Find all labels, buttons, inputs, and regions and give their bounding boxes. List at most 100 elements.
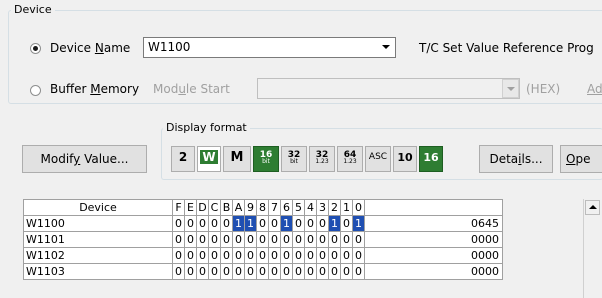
- format-ascii-button[interactable]: ASC: [365, 146, 391, 172]
- module-start-combobox[interactable]: [257, 78, 520, 99]
- bit-cell[interactable]: 0: [268, 215, 281, 232]
- bit-cell[interactable]: 0: [196, 263, 209, 280]
- bit-cell[interactable]: 1: [244, 215, 257, 232]
- bit-cell[interactable]: 0: [268, 263, 281, 280]
- device-cell[interactable]: W1102: [23, 247, 173, 264]
- format-16bit-button[interactable]: 16 bit: [253, 146, 279, 172]
- bit-cell[interactable]: 0: [280, 247, 293, 264]
- bit-cell[interactable]: 0: [256, 263, 269, 280]
- format-decimal-button[interactable]: 10: [393, 146, 417, 172]
- bit-cell[interactable]: 0: [352, 247, 365, 264]
- bit-cell[interactable]: 1: [280, 215, 293, 232]
- table-row[interactable]: W1103 0 0 0 0 0 0 0 0 0 0 0 0 0 0 0 0 0000: [23, 263, 503, 280]
- buffer-memory-label[interactable]: Buffer Memory: [50, 82, 139, 96]
- bit-cell[interactable]: 0: [244, 231, 257, 248]
- bit-cell[interactable]: 0: [268, 247, 281, 264]
- value-cell[interactable]: 0645: [364, 215, 503, 232]
- value-cell[interactable]: 0000: [364, 247, 503, 264]
- bit-cell[interactable]: 0: [316, 215, 329, 232]
- format-binary-button[interactable]: 2: [171, 146, 195, 172]
- bit-cell[interactable]: 0: [316, 263, 329, 280]
- table-row[interactable]: W1100 0 0 0 0 0 1 1 0 0 1 0 0 0 1 0 1 0645: [23, 215, 503, 232]
- bit-cell[interactable]: 0: [208, 215, 221, 232]
- bit-cell[interactable]: 0: [196, 231, 209, 248]
- bit-cell[interactable]: 0: [256, 247, 269, 264]
- bit-cell[interactable]: 0: [292, 215, 305, 232]
- bit-cell[interactable]: 0: [340, 215, 353, 232]
- bit-cell[interactable]: 0: [304, 231, 317, 248]
- device-name-label[interactable]: Device Name: [50, 41, 130, 55]
- bit-cell[interactable]: 0: [208, 231, 221, 248]
- bit-cell[interactable]: 0: [172, 215, 185, 232]
- bit-cell[interactable]: 0: [352, 263, 365, 280]
- bit-cell[interactable]: 0: [304, 263, 317, 280]
- bit-cell[interactable]: 0: [280, 263, 293, 280]
- open-button[interactable]: Ope: [560, 145, 602, 173]
- bit-cell[interactable]: 0: [220, 247, 233, 264]
- bit-cell[interactable]: 0: [232, 247, 245, 264]
- buffer-memory-radio[interactable]: [30, 85, 41, 96]
- bit-cell[interactable]: 1: [232, 215, 245, 232]
- bit-cell[interactable]: 0: [184, 263, 197, 280]
- bit-cell[interactable]: 0: [196, 215, 209, 232]
- bit-cell[interactable]: 0: [196, 247, 209, 264]
- format-hex-button[interactable]: 16: [419, 146, 443, 172]
- bit-cell[interactable]: 0: [184, 215, 197, 232]
- bit-cell[interactable]: 0: [184, 231, 197, 248]
- format-32float-button[interactable]: 32 1.23: [309, 146, 335, 172]
- device-cell[interactable]: W1103: [23, 263, 173, 280]
- device-cell[interactable]: W1101: [23, 231, 173, 248]
- chevron-down-icon[interactable]: [502, 79, 519, 98]
- bit-cell[interactable]: 0: [256, 231, 269, 248]
- bit-cell[interactable]: 0: [328, 231, 341, 248]
- bit-cell[interactable]: 0: [340, 263, 353, 280]
- bit-cell[interactable]: 0: [280, 231, 293, 248]
- table-row[interactable]: W1101 0 0 0 0 0 0 0 0 0 0 0 0 0 0 0 0 0000: [23, 231, 503, 248]
- value-cell[interactable]: 0000: [364, 263, 503, 280]
- chevron-down-icon[interactable]: [378, 38, 395, 57]
- bit-cell[interactable]: 0: [316, 247, 329, 264]
- bit-cell[interactable]: 0: [352, 231, 365, 248]
- bit-cell[interactable]: 0: [244, 247, 257, 264]
- scroll-up-icon[interactable]: [585, 200, 600, 215]
- bit-cell[interactable]: 0: [220, 263, 233, 280]
- device-name-combobox[interactable]: W1100: [143, 37, 396, 58]
- device-column-header[interactable]: Device: [23, 199, 173, 216]
- bit-cell[interactable]: 0: [304, 247, 317, 264]
- format-multi-word-button[interactable]: M: [223, 146, 251, 172]
- bit-cell[interactable]: 0: [268, 231, 281, 248]
- format-word-button[interactable]: W: [197, 146, 221, 172]
- bit-cell[interactable]: 0: [172, 231, 185, 248]
- bit-cell[interactable]: 0: [292, 263, 305, 280]
- bit-cell[interactable]: 0: [244, 263, 257, 280]
- bit-cell[interactable]: 1: [328, 215, 341, 232]
- bit-cell[interactable]: 0: [220, 215, 233, 232]
- bit-cell[interactable]: 0: [208, 263, 221, 280]
- vertical-scrollbar[interactable]: [583, 199, 601, 298]
- details-button[interactable]: Details...: [479, 145, 553, 173]
- bit-cell[interactable]: 1: [352, 215, 365, 232]
- bit-cell[interactable]: 0: [172, 263, 185, 280]
- bit-cell[interactable]: 0: [328, 247, 341, 264]
- format-64float-button[interactable]: 64 1.23: [337, 146, 363, 172]
- bit-cell[interactable]: 0: [340, 231, 353, 248]
- bit-cell[interactable]: 0: [316, 231, 329, 248]
- bit-cell[interactable]: 0: [220, 231, 233, 248]
- bit-cell[interactable]: 0: [292, 231, 305, 248]
- bit-cell[interactable]: 0: [328, 263, 341, 280]
- bit-cell[interactable]: 0: [172, 247, 185, 264]
- device-cell[interactable]: W1100: [23, 215, 173, 232]
- device-name-radio[interactable]: [30, 43, 41, 54]
- bit-cell[interactable]: 0: [340, 247, 353, 264]
- bit-cell[interactable]: 0: [184, 247, 197, 264]
- bit-cell[interactable]: 0: [256, 215, 269, 232]
- format-32bit-button[interactable]: 32 bit: [281, 146, 307, 172]
- bit-cell[interactable]: 0: [304, 215, 317, 232]
- table-row[interactable]: W1102 0 0 0 0 0 0 0 0 0 0 0 0 0 0 0 0 0000: [23, 247, 503, 264]
- bit-cell[interactable]: 0: [292, 247, 305, 264]
- bit-cell[interactable]: 0: [208, 247, 221, 264]
- value-cell[interactable]: 0000: [364, 231, 503, 248]
- bit-cell[interactable]: 0: [232, 231, 245, 248]
- bit-cell[interactable]: 0: [232, 263, 245, 280]
- modify-value-button[interactable]: Modify Value...: [22, 145, 147, 173]
